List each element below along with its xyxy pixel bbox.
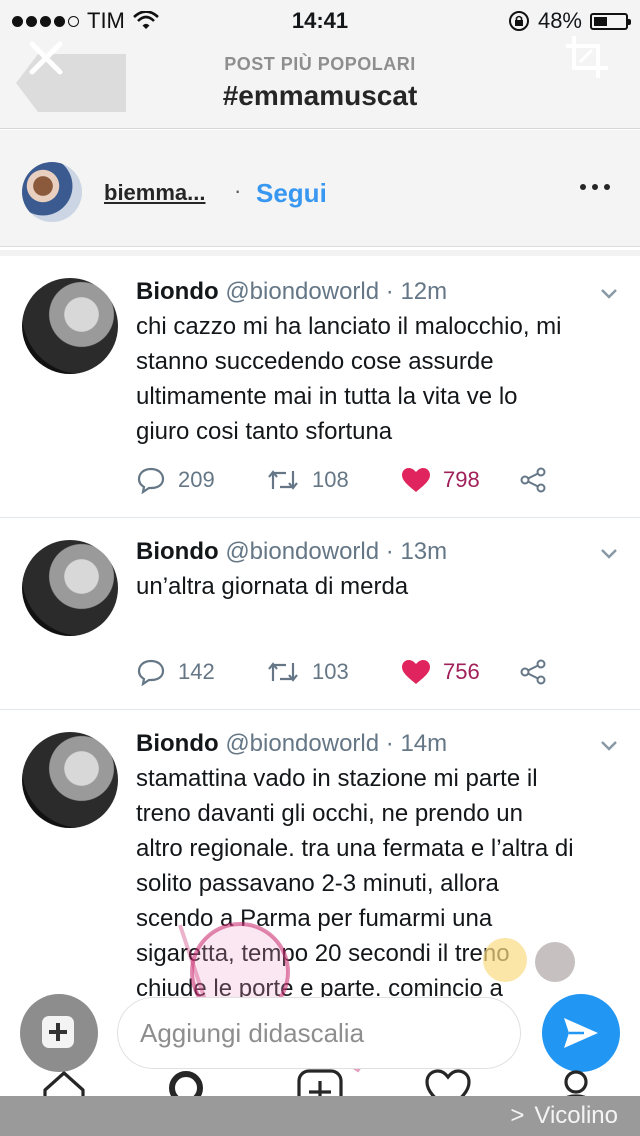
avatar xyxy=(22,540,118,636)
tweet-handle: @biondoworld xyxy=(225,538,380,565)
status-bar: TIM 14:41 48% xyxy=(0,0,640,40)
retweet-icon xyxy=(268,470,298,490)
tweet-actions: 209 108 798 xyxy=(136,466,547,494)
reply-action: 142 xyxy=(136,658,266,686)
avatar[interactable] xyxy=(22,162,82,222)
tweet-line: un’altra giornata di merda xyxy=(136,573,409,600)
tweet-header: Biondo @biondoworld · 13m xyxy=(136,538,447,566)
heart-icon xyxy=(402,468,430,492)
chevron-down-icon xyxy=(601,549,617,559)
tweet-header: Biondo @biondoworld · 12m xyxy=(136,278,447,306)
avatar xyxy=(22,732,118,828)
follow-button[interactable]: Segui xyxy=(256,178,327,209)
reply-count: 209 xyxy=(178,467,215,492)
tweet-line: ultimamente mai in tutta la vita ve lo xyxy=(136,383,518,410)
heart-icon xyxy=(402,660,430,684)
reply-count: 142 xyxy=(178,659,215,684)
reply-icon xyxy=(137,467,165,494)
tweet-handle: @biondoworld xyxy=(225,278,380,305)
tweet-line: stamattina vado in stazione mi parte il xyxy=(136,765,538,792)
status-right: 48% xyxy=(508,8,631,34)
tweet-text: un’altra giornata di merda xyxy=(136,569,626,604)
post-username[interactable]: biemma... xyxy=(104,180,205,206)
tweet-line: giuro cosi tanto sfortuna xyxy=(136,418,393,445)
tweet-author-name: Biondo xyxy=(136,278,219,305)
hashtag-title: #emmamuscat xyxy=(222,80,418,111)
tweet-handle: @biondoworld xyxy=(225,730,380,757)
tweet-time: · 12m xyxy=(385,278,448,305)
retweet-action: 108 xyxy=(266,467,401,493)
tweet-time: · 13m xyxy=(385,538,448,565)
add-icon xyxy=(42,1016,74,1048)
more-icon[interactable] xyxy=(580,184,610,190)
tweet-author-name: Biondo xyxy=(136,730,219,757)
tweet-card: Biondo @biondoworld · 13m un’altra giorn… xyxy=(0,518,640,710)
chevron-right-icon: > xyxy=(510,1102,525,1129)
retweet-action: 103 xyxy=(266,659,401,685)
avatar xyxy=(22,278,118,374)
tweet-header: Biondo @biondoworld · 14m xyxy=(136,730,447,758)
chevron-down-icon xyxy=(601,289,617,299)
like-count: 798 xyxy=(443,467,480,492)
like-action: 756 xyxy=(401,659,519,685)
tweet-text: chi cazzo mi ha lanciato il malocchio, m… xyxy=(136,309,626,449)
post-author-bar: biemma... · Segui xyxy=(0,130,640,247)
tweet-line: chi cazzo mi ha lanciato il malocchio, m… xyxy=(136,313,562,340)
separator-dot: · xyxy=(234,178,242,203)
rotation-lock-icon xyxy=(508,11,529,31)
battery-icon xyxy=(590,12,631,30)
footer-link[interactable]: > Vicolino xyxy=(510,1102,618,1130)
footer-label: Vicolino xyxy=(534,1102,618,1129)
retweet-count: 103 xyxy=(312,659,349,684)
tweet-line: stanno succedendo cose assurde xyxy=(136,348,494,375)
like-count: 756 xyxy=(443,659,480,684)
tweet-author-name: Biondo xyxy=(136,538,219,565)
tweet-line: sigaretta, tempo 20 secondi il treno xyxy=(136,940,510,967)
tweet-line: treno davanti gli occhi, ne prendo un xyxy=(136,800,523,827)
tweet-text: stamattina vado in stazione mi parte il … xyxy=(136,761,626,1006)
battery-percent: 48% xyxy=(537,8,582,33)
retweet-icon xyxy=(268,662,298,682)
tweet-line: scendo a Parma per fumarmi una xyxy=(136,905,493,932)
share-icon xyxy=(520,467,546,493)
like-action: 798 xyxy=(401,467,519,493)
header-subtitle: POST PIÙ POPOLARI xyxy=(224,54,416,74)
send-icon xyxy=(564,1018,598,1048)
share-icon xyxy=(520,659,546,685)
retweet-count: 108 xyxy=(312,467,349,492)
explore-header: POST PIÙ POPOLARI #emmamuscat xyxy=(0,36,640,129)
reply-action: 209 xyxy=(136,466,266,494)
tweet-line: solito passavano 2-3 minuti, allora xyxy=(136,870,499,897)
tweet-line: altro regionale. tra una fermata e l’alt… xyxy=(136,835,574,862)
chevron-down-icon xyxy=(601,741,617,751)
tweet-time: · 14m xyxy=(385,730,448,757)
tweet-actions: 142 103 756 xyxy=(136,658,547,686)
tweet-card: Biondo @biondoworld · 12m chi cazzo mi h… xyxy=(0,256,640,518)
bottom-footer: > Vicolino xyxy=(0,1096,640,1136)
reply-icon xyxy=(137,659,165,686)
